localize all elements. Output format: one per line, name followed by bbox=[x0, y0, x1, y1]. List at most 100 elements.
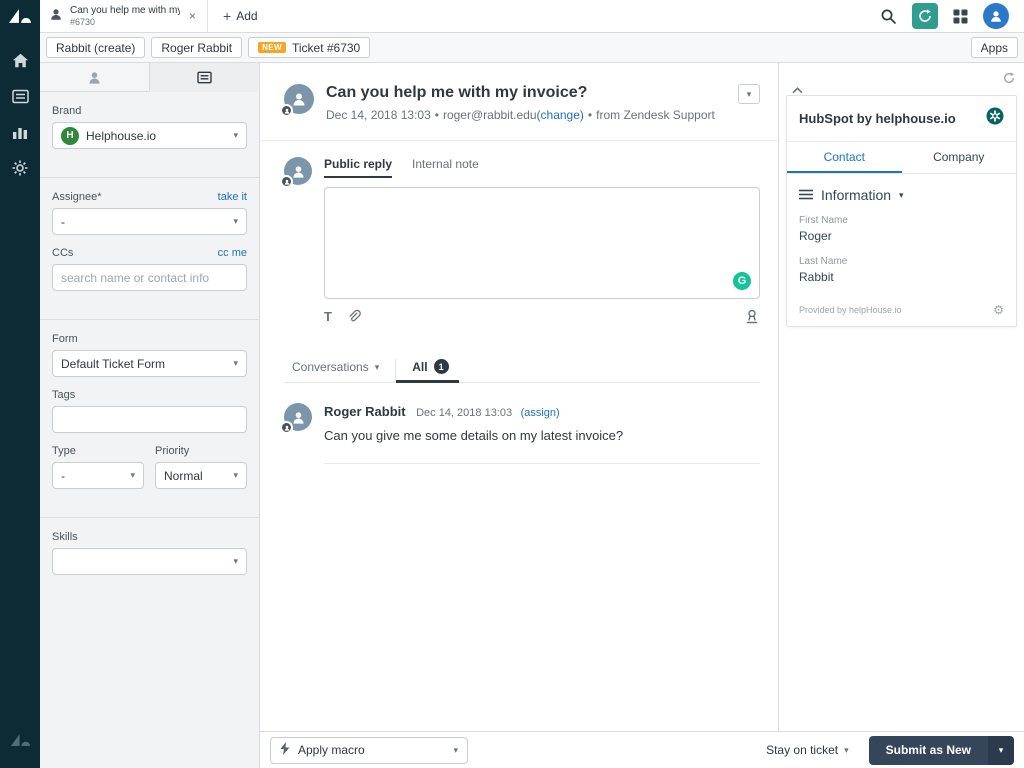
apps-toggle-label: Apps bbox=[980, 40, 1008, 55]
avatar-badge-icon bbox=[280, 104, 293, 117]
add-tab-button[interactable]: + Add bbox=[208, 0, 273, 32]
form-select[interactable]: Default Ticket Form ▾ bbox=[52, 350, 247, 377]
ccs-input[interactable] bbox=[52, 264, 247, 291]
global-nav bbox=[0, 0, 40, 768]
user-avatar[interactable] bbox=[983, 3, 1009, 29]
brand-avatar: H bbox=[61, 126, 79, 145]
breadcrumb-label: Ticket #6730 bbox=[291, 40, 361, 55]
zendesk-z-logo[interactable] bbox=[0, 722, 40, 758]
apps-panel-top bbox=[786, 67, 1017, 95]
assignee-value: - bbox=[61, 214, 65, 229]
hamburger-icon bbox=[799, 187, 813, 203]
attachment-icon[interactable] bbox=[347, 309, 362, 324]
text-format-icon[interactable]: T bbox=[324, 309, 332, 324]
ticket-title: Can you help me with my invoice? bbox=[326, 84, 588, 101]
message-author: Roger Rabbit bbox=[324, 404, 406, 419]
apply-macro-button[interactable]: Apply macro ▾ bbox=[270, 736, 468, 764]
breadcrumb-requester[interactable]: Roger Rabbit bbox=[151, 37, 243, 58]
provided-by-label: Provided by helpHouse.io bbox=[799, 305, 902, 315]
tags-input[interactable] bbox=[52, 406, 247, 433]
search-icon[interactable] bbox=[880, 8, 897, 25]
main-row: Can you help me with my invoice? Dec 14,… bbox=[260, 63, 1024, 731]
priority-select[interactable]: Normal ▾ bbox=[155, 462, 247, 489]
app-settings-gear-icon[interactable]: ⚙ bbox=[993, 303, 1004, 317]
open-ticket-tab[interactable]: Can you help me with my ... #6730 × bbox=[40, 0, 208, 32]
tab-requester-info[interactable] bbox=[40, 63, 149, 92]
hubspot-app-card: HubSpot by helphouse.io Contact Company bbox=[786, 95, 1017, 327]
requester-email: roger@rabbit.edu bbox=[442, 108, 537, 122]
assign-link[interactable]: (assign) bbox=[521, 407, 560, 419]
assignee-select[interactable]: - ▾ bbox=[52, 208, 247, 235]
tab-public-reply[interactable]: Public reply bbox=[324, 157, 393, 178]
meta-separator: • bbox=[587, 108, 593, 122]
tab-contact[interactable]: Contact bbox=[787, 142, 902, 173]
main-wrap: Can you help me with my invoice? Dec 14,… bbox=[260, 63, 1024, 768]
form-section: Form Default Ticket Form ▾ Tags Type - ▾… bbox=[40, 320, 259, 518]
zendesk-app: Can you help me with my ... #6730 × + Ad… bbox=[0, 0, 1024, 768]
meta-separator: • bbox=[434, 108, 439, 122]
skills-select[interactable]: ▾ bbox=[52, 548, 247, 575]
ticket-header: Can you help me with my invoice? Dec 14,… bbox=[260, 63, 778, 141]
ccs-label: CCs bbox=[52, 247, 74, 259]
breadcrumb: Rabbit (create) Roger Rabbit NEW Ticket … bbox=[40, 33, 1024, 63]
priority-label: Priority bbox=[155, 445, 190, 457]
sync-button[interactable] bbox=[912, 3, 938, 29]
hubspot-tabs: Contact Company bbox=[787, 142, 1016, 174]
workspace: Can you help me with my ... #6730 × + Ad… bbox=[40, 0, 1024, 768]
type-label: Type bbox=[52, 445, 76, 457]
submit-button-group: Submit as New ▾ bbox=[868, 735, 1014, 765]
change-requester-link[interactable]: (change) bbox=[537, 108, 584, 122]
stay-on-ticket-dropdown[interactable]: Stay on ticket ▾ bbox=[766, 743, 849, 757]
refresh-apps-icon[interactable] bbox=[1003, 71, 1015, 89]
collapse-panel-icon[interactable] bbox=[792, 81, 803, 99]
take-it-link[interactable]: take it bbox=[218, 191, 247, 203]
field-value: Rabbit bbox=[799, 270, 834, 284]
nav-home-icon[interactable] bbox=[0, 42, 40, 78]
chevron-down-icon: ▾ bbox=[233, 556, 238, 566]
ticket-options-button[interactable]: ▾ bbox=[738, 84, 760, 104]
close-tab-icon[interactable]: × bbox=[187, 9, 198, 23]
conversation-message: Roger Rabbit Dec 14, 2018 13:03 (assign)… bbox=[260, 383, 778, 464]
top-bar: Can you help me with my ... #6730 × + Ad… bbox=[40, 0, 1024, 33]
submit-options-caret[interactable]: ▾ bbox=[988, 735, 1014, 765]
type-select[interactable]: - ▾ bbox=[52, 462, 144, 489]
conversations-label: Conversations bbox=[292, 360, 369, 374]
stay-on-ticket-label: Stay on ticket bbox=[766, 743, 839, 757]
fields-panel-tabs bbox=[40, 63, 259, 92]
nav-admin-gear-icon[interactable] bbox=[0, 150, 40, 186]
content-area: Brand H Helphouse.io ▾ Assignee* take it… bbox=[40, 63, 1024, 768]
nav-views-icon[interactable] bbox=[0, 78, 40, 114]
brand-select[interactable]: H Helphouse.io ▾ bbox=[52, 122, 247, 149]
grammarly-icon[interactable]: G bbox=[733, 272, 751, 290]
reply-textarea[interactable] bbox=[325, 188, 759, 298]
ticket-fields-panel: Brand H Helphouse.io ▾ Assignee* take it… bbox=[40, 63, 260, 768]
tab-ticket-fields[interactable] bbox=[149, 63, 259, 92]
cc-me-link[interactable]: cc me bbox=[218, 247, 247, 259]
composer-body: Public reply Internal note G T bbox=[324, 157, 760, 333]
brand-section: Brand H Helphouse.io ▾ bbox=[40, 92, 259, 178]
chevron-down-icon: ▾ bbox=[130, 470, 135, 480]
submit-button[interactable]: Submit as New bbox=[868, 735, 988, 765]
apps-toggle-button[interactable]: Apps bbox=[970, 37, 1018, 58]
chevron-down-icon: ▾ bbox=[899, 189, 904, 200]
tab-company[interactable]: Company bbox=[902, 142, 1017, 173]
avatar-badge-icon bbox=[280, 421, 293, 434]
conversation-count-badge: 1 bbox=[433, 359, 449, 374]
type-value: - bbox=[61, 468, 65, 483]
ticket-meta: Dec 14, 2018 13:03 • roger@rabbit.edu(chan… bbox=[326, 108, 726, 122]
breadcrumb-user-create[interactable]: Rabbit (create) bbox=[46, 37, 146, 58]
agent-avatar bbox=[280, 157, 312, 188]
breadcrumb-ticket[interactable]: NEW Ticket #6730 bbox=[248, 37, 371, 58]
ticket-footer: Apply macro ▾ Stay on ticket ▾ Submit as… bbox=[260, 731, 1024, 768]
apps-grid-icon[interactable] bbox=[953, 9, 968, 24]
conversations-dropdown[interactable]: Conversations ▾ bbox=[284, 360, 395, 382]
ticket-source: from Zendesk Support bbox=[596, 108, 715, 122]
nav-reports-icon[interactable] bbox=[0, 114, 40, 150]
hubspot-header: HubSpot by helphouse.io bbox=[787, 96, 1016, 142]
tab-internal-note[interactable]: Internal note bbox=[412, 157, 479, 178]
tab-all-conversations[interactable]: All 1 bbox=[396, 359, 459, 383]
all-label: All bbox=[412, 359, 428, 374]
skills-section: Skills ▾ bbox=[40, 518, 259, 589]
stamp-icon[interactable] bbox=[744, 309, 760, 324]
information-section-header[interactable]: Information ▾ bbox=[787, 174, 1016, 213]
